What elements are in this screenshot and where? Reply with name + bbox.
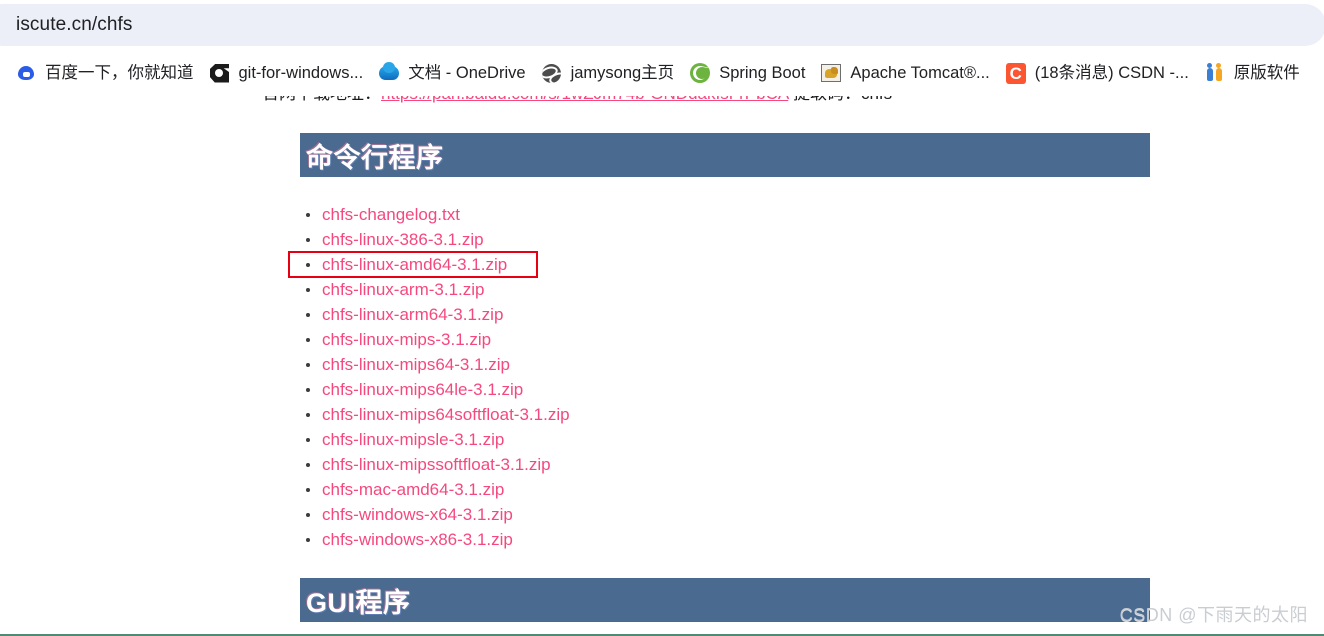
bookmark-label: (18条消息) CSDN -...	[1034, 64, 1189, 82]
section-banner-gui: GUI程序	[300, 578, 1150, 622]
list-item: chfs-linux-amd64-3.1.zip	[300, 252, 570, 277]
download-link[interactable]: chfs-linux-mips-3.1.zip	[322, 330, 491, 349]
address-bar[interactable]: iscute.cn/chfs	[0, 4, 1324, 46]
bookmark-label: Spring Boot	[719, 64, 806, 82]
download-link[interactable]: chfs-linux-mipsle-3.1.zip	[322, 430, 504, 449]
git-for-windows-icon	[210, 63, 230, 83]
bookmark-label: Apache Tomcat®...	[850, 64, 990, 82]
download-source-prefix: 官网下载地址：	[262, 96, 381, 103]
csdn-watermark: CSDN @下雨天的太阳	[1119, 605, 1308, 625]
onedrive-cloud-icon	[379, 62, 400, 83]
list-item: chfs-linux-386-3.1.zip	[300, 227, 570, 252]
list-item: chfs-linux-mips64-3.1.zip	[300, 352, 570, 377]
bookmark-apache-tomcat[interactable]: Apache Tomcat®...	[813, 56, 997, 90]
bookmark-label: 原版软件	[1233, 64, 1300, 82]
bookmark-yuanban-ruanjian[interactable]: 原版软件	[1197, 56, 1308, 90]
bookmark-label: jamysong主页	[570, 64, 675, 82]
section-title: GUI程序	[306, 587, 411, 618]
yuanban-ruanjian-icon	[1205, 63, 1225, 83]
address-bar-url[interactable]: iscute.cn/chfs	[16, 14, 133, 36]
download-source-paragraph: 官网下载地址：https://pan.baidu.com/s/1wZJm74b-…	[262, 96, 1002, 105]
download-list: chfs-changelog.txt chfs-linux-386-3.1.zi…	[300, 202, 570, 552]
list-item: chfs-linux-mips-3.1.zip	[300, 327, 570, 352]
section-banner-cli: 命令行程序	[300, 133, 1150, 177]
list-item: chfs-linux-mipsle-3.1.zip	[300, 427, 570, 452]
section-title: 命令行程序	[306, 142, 444, 173]
tomcat-icon	[821, 63, 842, 83]
list-item: chfs-windows-x86-3.1.zip	[300, 527, 570, 552]
csdn-icon: C	[1005, 62, 1026, 84]
list-item: chfs-linux-arm-3.1.zip	[300, 277, 570, 302]
list-item: chfs-changelog.txt	[300, 202, 570, 227]
bookmark-label: 文档 - OneDrive	[408, 64, 526, 82]
bookmark-onedrive[interactable]: 文档 - OneDrive	[371, 56, 533, 90]
download-link[interactable]: chfs-changelog.txt	[322, 205, 460, 224]
list-item: chfs-linux-arm64-3.1.zip	[300, 302, 570, 327]
list-item: chfs-linux-mips64le-3.1.zip	[300, 377, 570, 402]
download-source-suffix: 提取码：chfs	[788, 96, 892, 103]
download-link-highlighted[interactable]: chfs-linux-amd64-3.1.zip	[322, 255, 507, 274]
list-item: chfs-mac-amd64-3.1.zip	[300, 477, 570, 502]
download-link[interactable]: chfs-linux-arm64-3.1.zip	[322, 305, 503, 324]
bookmark-label: 百度一下，你就知道	[45, 64, 194, 82]
bookmark-jamysong[interactable]: jamysong主页	[534, 56, 683, 90]
download-link[interactable]: chfs-linux-mips64le-3.1.zip	[322, 380, 523, 399]
bookmark-git-for-windows[interactable]: git-for-windows...	[202, 56, 372, 90]
baidu-paw-icon	[16, 63, 36, 83]
download-link[interactable]: chfs-windows-x86-3.1.zip	[322, 530, 513, 549]
globe-icon	[542, 63, 562, 83]
download-link[interactable]: chfs-linux-mips64softfloat-3.1.zip	[322, 405, 570, 424]
download-link[interactable]: chfs-windows-x64-3.1.zip	[322, 505, 513, 524]
download-link[interactable]: chfs-linux-mips64-3.1.zip	[322, 355, 510, 374]
list-item: chfs-windows-x64-3.1.zip	[300, 502, 570, 527]
list-item: chfs-linux-mipssoftfloat-3.1.zip	[300, 452, 570, 477]
bookmark-baidu[interactable]: 百度一下，你就知道	[8, 56, 202, 90]
baidu-pan-link[interactable]: https://pan.baidu.com/s/1wZJm74b-GNDdakI…	[381, 96, 788, 103]
download-link[interactable]: chfs-linux-386-3.1.zip	[322, 230, 484, 249]
bookmarks-bar: 百度一下，你就知道 git-for-windows... 文档 - OneDri…	[0, 50, 1324, 96]
list-item: chfs-linux-mips64softfloat-3.1.zip	[300, 402, 570, 427]
bookmark-csdn[interactable]: C (18条消息) CSDN -...	[998, 56, 1197, 90]
download-link[interactable]: chfs-mac-amd64-3.1.zip	[322, 480, 504, 499]
csdn-icon-letter: C	[1005, 62, 1026, 84]
download-link[interactable]: chfs-linux-mipssoftfloat-3.1.zip	[322, 455, 551, 474]
omnibox-row: iscute.cn/chfs	[0, 0, 1324, 50]
page-viewport: 官网下载地址：https://pan.baidu.com/s/1wZJm74b-…	[0, 96, 1324, 636]
bookmark-label: git-for-windows...	[238, 64, 364, 82]
bookmark-spring-boot[interactable]: Spring Boot	[682, 56, 813, 90]
download-link[interactable]: chfs-linux-arm-3.1.zip	[322, 280, 485, 299]
browser-chrome: iscute.cn/chfs 百度一下，你就知道 git-for-windows…	[0, 0, 1324, 96]
spring-leaf-icon	[690, 63, 711, 83]
